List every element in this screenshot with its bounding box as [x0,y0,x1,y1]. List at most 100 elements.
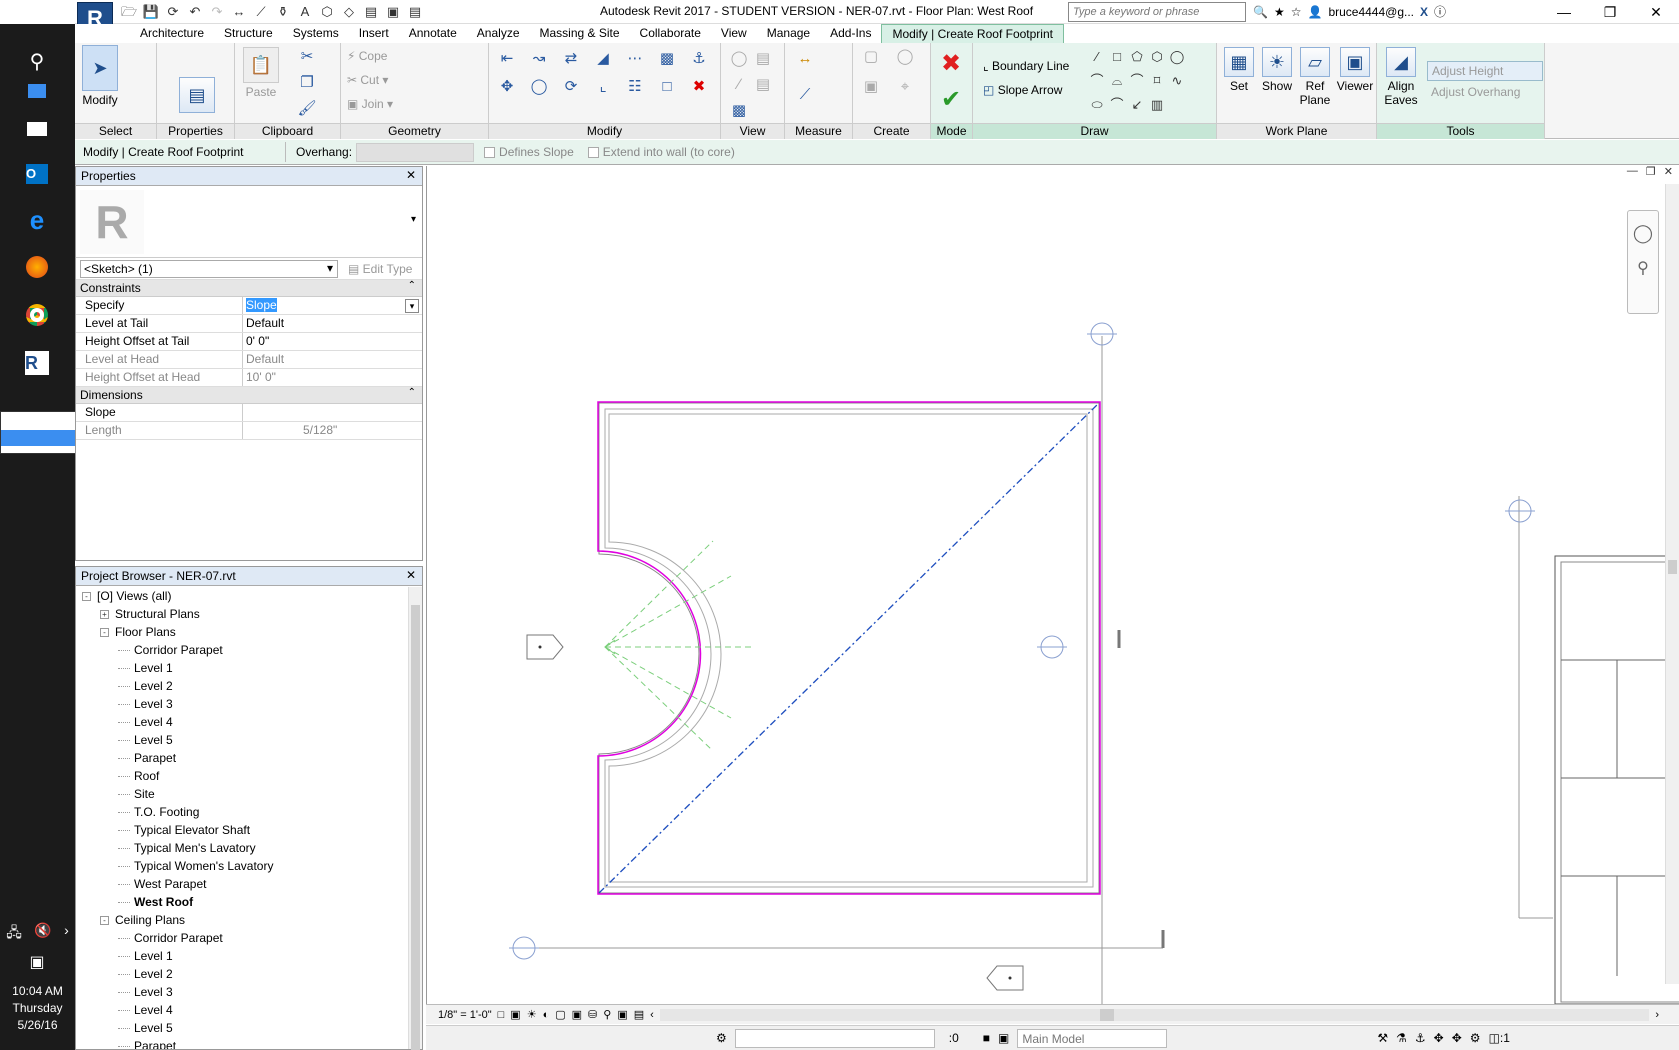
undo-icon[interactable]: ↶ [186,3,204,20]
tree-node[interactable]: Parapet [76,1037,408,1049]
tree-node[interactable]: Level 3 [76,983,408,1001]
polygon-icon[interactable]: ⬠ [1129,47,1145,67]
chevron-down-icon[interactable]: ▾ [411,214,416,225]
horizontal-scrollbar[interactable] [659,1008,1650,1021]
select-dropdown[interactable]: Select [75,123,156,139]
tab-add-ins[interactable]: Add-Ins [820,24,881,43]
adjust-height-button[interactable]: Adjust Height [1427,61,1543,81]
tree-node[interactable]: Site [76,785,408,803]
align-icon[interactable]: ⇤ [497,49,517,69]
network-icon[interactable]: 🖧 [6,922,22,946]
dimension-icon[interactable]: ⟋ [252,3,270,20]
edit-type-button[interactable]: ▤ Edit Type [348,262,412,276]
pick-walls-icon[interactable]: ▥ [1149,95,1165,115]
create-parts-icon[interactable]: ◯ [895,47,915,67]
scroll-left-icon[interactable]: ‹ [650,1009,654,1021]
instance-selector[interactable]: <Sketch> (1) [80,259,338,278]
navigation-bar[interactable]: ◯ ⚲ [1627,210,1659,314]
create-group-icon[interactable]: ▣ [861,77,881,97]
notification-icon[interactable]: ▣ [20,945,54,979]
tab-systems[interactable]: Systems [283,24,349,43]
tree-node[interactable]: Level 4 [76,713,408,731]
steering-wheel-icon[interactable]: ◯ [1628,223,1658,244]
sync-icon[interactable]: ⟳ [164,3,182,20]
detail-level-icon[interactable]: □ [498,1009,505,1021]
tree-node[interactable]: Parapet [76,749,408,767]
tab-modify-create-roof-footprint[interactable]: Modify | Create Roof Footprint [881,24,1064,43]
tree-node[interactable]: Typical Women's Lavatory [76,857,408,875]
collapse-icon[interactable]: ⌃ [408,280,416,291]
cut-icon[interactable]: ✂ [297,47,317,67]
tab-collaborate[interactable]: Collaborate [630,24,711,43]
3d-view-icon[interactable]: ⬡ [318,3,336,20]
collapse-icon[interactable]: ⌃ [408,387,416,398]
paste-button[interactable]: 📋 Paste [241,47,281,99]
array-icon[interactable]: ☷ [625,77,645,97]
tree-node[interactable]: Corridor Parapet [76,641,408,659]
property-row[interactable]: Height Offset at Tail 0' 0" [76,333,422,351]
constraints-category[interactable]: Constraints ⌃ [76,280,422,297]
collapse-icon[interactable]: - [82,591,91,601]
type-selector[interactable]: R ▾ [76,186,422,258]
partial-ellipse-icon[interactable]: ⌒ [1109,95,1125,115]
editable-icon[interactable]: ▣ [998,1031,1009,1045]
scroll-right-icon[interactable]: › [1655,1009,1659,1021]
hide-icon[interactable]: ◯ [729,49,749,69]
specify-dropdown[interactable]: Slope [246,298,277,312]
tree-node[interactable]: Level 2 [76,677,408,695]
extend-into-wall-checkbox[interactable]: Extend into wall (to core) [587,145,735,159]
save-icon[interactable]: 💾 [142,3,160,20]
ellipse-icon[interactable]: ⬭ [1089,95,1105,115]
pin-icon[interactable]: ⚓ [689,49,709,69]
tree-node[interactable]: Level 4 [76,1001,408,1019]
tree-node[interactable]: + Structural Plans [76,605,408,623]
tree-node[interactable]: West Roof [76,893,408,911]
tree-node[interactable]: Roof [76,767,408,785]
trim-icon[interactable]: ⌞ [593,77,613,97]
overhang-input[interactable] [356,142,475,162]
cut-geometry-button[interactable]: ✂ Cut ▾ [347,73,388,87]
spline-icon[interactable]: ∿ [1169,71,1185,91]
tree-node[interactable]: Level 5 [76,731,408,749]
split-icon[interactable]: ⋯ [625,49,645,69]
restore-icon[interactable]: ❐ [1587,0,1633,24]
thin-lines-icon[interactable]: ▤ [362,3,380,20]
dimensions-category[interactable]: Dimensions ⌃ [76,387,422,404]
shadows-icon[interactable]: ◐ [543,1009,550,1021]
active-design-option[interactable]: Main Model [1017,1028,1168,1048]
reveal-hidden-icon[interactable]: ▣ [617,1008,627,1021]
help-icon[interactable]: ⓘ [1434,3,1446,20]
graphics-icon[interactable]: ▤ [753,75,773,95]
close-icon[interactable]: ✕ [406,168,416,182]
tree-node[interactable]: Typical Elevator Shaft [76,821,408,839]
tab-massing-site[interactable]: Massing & Site [530,24,630,43]
open-icon[interactable]: 🗁 [120,3,138,20]
tag-icon[interactable]: ⚱ [274,3,292,20]
circumscribed-polygon-icon[interactable]: ⬡ [1149,47,1165,67]
tree-node[interactable]: Level 2 [76,965,408,983]
edge-icon[interactable]: e [20,203,54,237]
create-assembly-icon[interactable]: ▢ [861,47,881,67]
volume-icon[interactable]: 🔇 [34,922,51,946]
line-icon[interactable]: ∕ [1089,47,1105,67]
mirror-axis-icon[interactable]: ⇄ [561,49,581,69]
temp-hide-icon[interactable]: ⚲ [603,1008,611,1021]
create-similar-icon[interactable]: ⌖ [895,77,915,97]
mail-icon[interactable] [20,112,54,146]
worksets-icon[interactable]: ⚙ [716,1031,727,1045]
tree-node[interactable]: Level 1 [76,659,408,677]
tree-node[interactable]: - [O] Views (all) [76,587,408,605]
cancel-edit-icon[interactable]: ✖ [941,49,961,78]
arc-start-end-icon[interactable]: ⌒ [1089,71,1105,91]
modify-button[interactable]: ➤ Modify [79,45,121,107]
select-by-face-icon[interactable]: ✥ [1434,1031,1444,1045]
split-gap-icon[interactable]: ▩ [657,49,677,69]
chevron-right-icon[interactable]: › [64,922,69,946]
finish-edit-icon[interactable]: ✔ [941,85,961,114]
scale-button[interactable]: 1/8" = 1'-0" [438,1009,492,1021]
circle-icon[interactable]: ◯ [1169,47,1185,67]
tab-manage[interactable]: Manage [757,24,820,43]
firefox-icon[interactable] [20,250,54,284]
boundary-line-button[interactable]: ⌞ Boundary Line [983,59,1069,73]
tree-node[interactable]: Corridor Parapet [76,929,408,947]
